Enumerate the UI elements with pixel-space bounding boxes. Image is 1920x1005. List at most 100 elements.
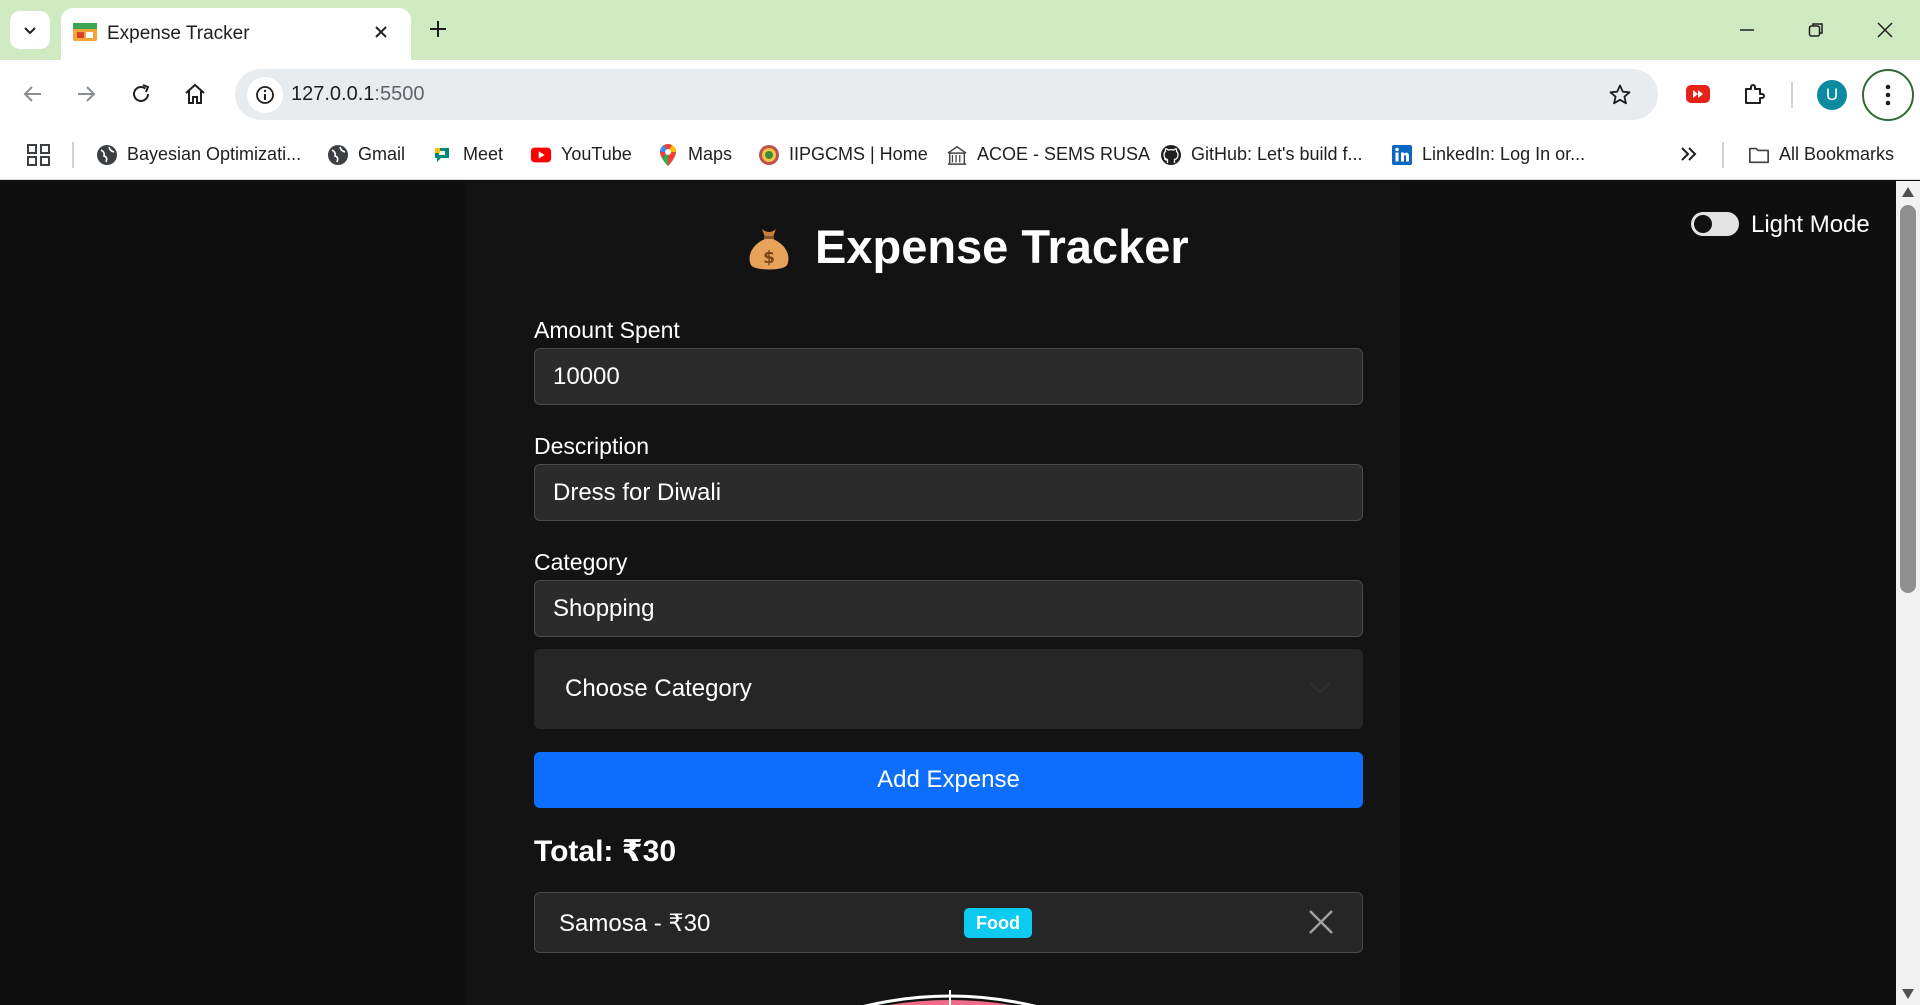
close-window-button[interactable] (1865, 10, 1905, 50)
category-input[interactable]: Shopping (534, 580, 1363, 637)
plus-icon (430, 21, 446, 37)
bookmark-gmail[interactable]: Gmail (327, 129, 405, 180)
close-icon[interactable] (1306, 907, 1336, 937)
site-info-button[interactable] (247, 77, 283, 113)
globe-icon (327, 144, 349, 166)
browser-toolbar: 127.0.0.1:5500 U (0, 60, 1920, 129)
expense-text: Samosa - ₹30 (559, 910, 711, 937)
bookmark-maps[interactable]: Maps (657, 129, 732, 180)
acoe-icon (946, 144, 968, 166)
bookmark-label: Gmail (358, 144, 406, 164)
url-port: :5500 (374, 83, 425, 105)
page-scrollbar[interactable] (1896, 181, 1920, 1005)
tab-close-button[interactable] (367, 18, 395, 46)
theme-toggle-switch[interactable] (1691, 212, 1739, 236)
total-amount: Total: ₹30 (534, 835, 677, 868)
globe-icon (96, 144, 118, 166)
bookmark-star-button[interactable] (1604, 79, 1636, 111)
svg-text:$: $ (763, 248, 775, 268)
url-host: 127.0.0.1 (291, 83, 375, 105)
page-header: $ Expense Tracker (745, 219, 1189, 274)
category-select[interactable]: Choose Category (534, 649, 1363, 729)
home-icon (185, 83, 205, 104)
bookmark-iipgcms[interactable]: IIPGCMS | Home (758, 129, 928, 180)
scroll-up-arrow-icon[interactable] (1902, 187, 1914, 197)
chevron-down-icon (24, 27, 36, 35)
extensions-button[interactable] (1735, 75, 1773, 113)
close-icon (375, 26, 387, 38)
money-bag-icon: $ (749, 228, 789, 269)
folder-icon (1748, 144, 1770, 166)
profile-avatar[interactable]: U (1817, 80, 1847, 110)
scrollbar-thumb[interactable] (1900, 205, 1916, 593)
youtube-extension-icon (1686, 85, 1710, 103)
bookmark-label: Bayesian Optimizati... (127, 144, 302, 164)
bookmark-label: LinkedIn: Log In or... (1422, 144, 1586, 164)
iipgcms-icon (758, 144, 780, 166)
forward-button[interactable] (67, 75, 105, 113)
close-icon (1877, 22, 1893, 38)
bookmark-label: ACOE - SEMS RUSA (977, 144, 1151, 164)
page-viewport: Light Mode $ Expense Tracker Amount Spen… (0, 181, 1896, 1005)
youtube-icon (530, 144, 552, 166)
more-bookmarks-button[interactable] (1676, 141, 1702, 167)
category-label: Category (534, 549, 628, 575)
amount-label: Amount Spent (534, 317, 680, 343)
tab-expense-tracker[interactable]: Expense Tracker (61, 8, 411, 60)
bookmark-github[interactable]: GitHub: Let's build f... (1160, 129, 1363, 180)
back-button[interactable] (14, 75, 52, 113)
address-bar[interactable]: 127.0.0.1:5500 (235, 69, 1658, 120)
bookmark-youtube[interactable]: YouTube (530, 129, 632, 180)
bookmark-label: GitHub: Let's build f... (1191, 144, 1363, 164)
reload-button[interactable] (122, 75, 160, 113)
scroll-down-arrow-icon[interactable] (1902, 989, 1914, 999)
restore-button[interactable] (1796, 10, 1836, 50)
description-label: Description (534, 433, 650, 459)
minimize-button[interactable] (1727, 10, 1767, 50)
github-icon (1160, 144, 1182, 166)
bookmarks-separator (1722, 142, 1724, 168)
star-icon (1609, 84, 1631, 105)
more-vertical-icon (1885, 84, 1891, 106)
tab-title: Expense Tracker (107, 23, 250, 44)
apps-grid-icon[interactable] (26, 143, 52, 167)
category-pie-chart (863, 990, 1037, 1005)
all-bookmarks-button[interactable]: All Bookmarks (1748, 129, 1894, 180)
youtube-extension-button[interactable] (1679, 75, 1717, 113)
bookmark-meet[interactable]: Meet (432, 129, 503, 180)
expense-list-item: Samosa - ₹30 Food (534, 892, 1363, 953)
add-expense-button[interactable]: Add Expense (534, 752, 1363, 808)
new-tab-button[interactable] (423, 12, 453, 46)
bookmark-label: Maps (688, 144, 733, 164)
category-badge: Food (964, 908, 1032, 938)
bookmark-label: Meet (463, 144, 504, 164)
restore-icon (1808, 23, 1823, 37)
browser-menu-button[interactable] (1862, 69, 1914, 121)
category-select-value: Choose Category (565, 675, 752, 702)
bookmark-label: YouTube (561, 144, 632, 164)
bookmark-bayesian[interactable]: Bayesian Optimizati... (96, 129, 301, 180)
tab-strip: Expense Tracker (0, 0, 1920, 60)
amount-input[interactable]: 10000 (534, 348, 1363, 405)
puzzle-icon (1745, 84, 1765, 104)
bookmark-acoe[interactable]: ACOE - SEMS RUSA (946, 129, 1150, 180)
bookmarks-separator (72, 142, 74, 168)
meet-icon (432, 144, 454, 166)
minimize-icon (1740, 29, 1754, 31)
info-icon (256, 86, 274, 104)
reload-icon (133, 84, 150, 102)
all-bookmarks-label: All Bookmarks (1779, 144, 1895, 164)
arrow-right-icon (78, 86, 96, 102)
tab-search-button[interactable] (10, 11, 50, 49)
description-input[interactable]: Dress for Diwali (534, 464, 1363, 521)
maps-icon (657, 143, 679, 166)
theme-toggle-label: Light Mode (1751, 211, 1870, 238)
expense-tracker-favicon-icon (73, 23, 97, 41)
page-title: Expense Tracker (815, 220, 1189, 273)
bookmark-label: IIPGCMS | Home (789, 144, 928, 164)
bookmark-linkedin[interactable]: LinkedIn: Log In or... (1391, 129, 1585, 180)
toolbar-separator (1791, 82, 1793, 108)
double-chevron-right-icon (1681, 147, 1697, 161)
url-text[interactable]: 127.0.0.1:5500 (291, 83, 424, 106)
home-button[interactable] (176, 75, 214, 113)
